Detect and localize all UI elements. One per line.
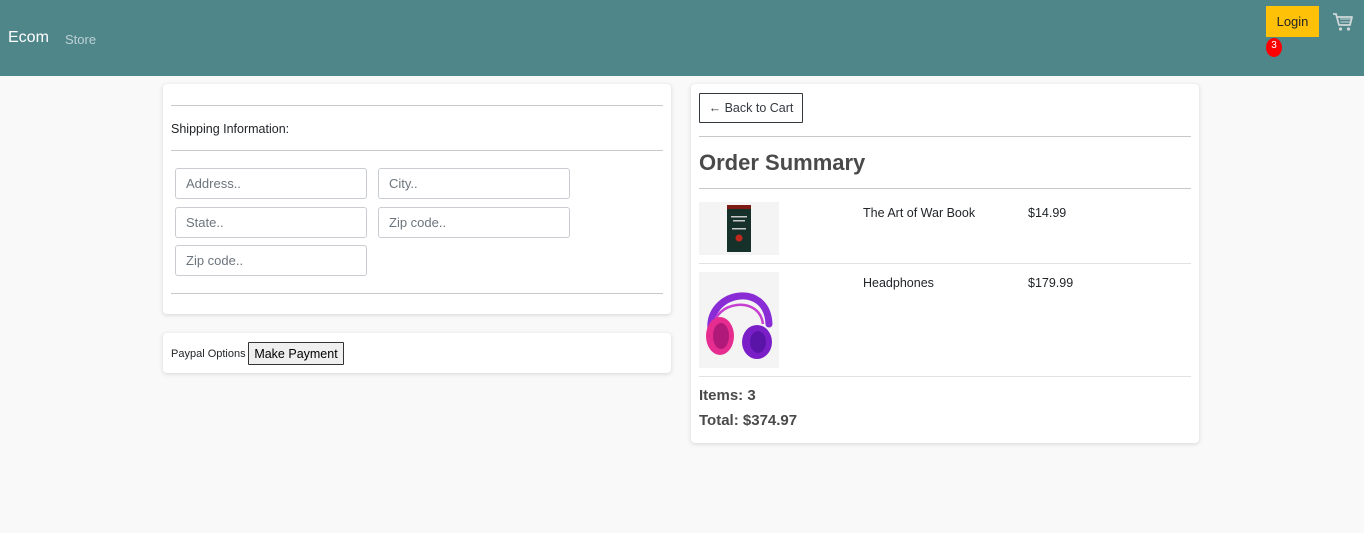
items-count: Items: 3 [699,387,756,404]
shipping-form-card: Shipping Information: [163,84,671,314]
item-name: The Art of War Book [863,206,976,220]
shipping-title: Shipping Information: [171,122,290,136]
divider [699,263,1191,264]
cart-icon[interactable] [1332,12,1354,32]
zip-code-input-second[interactable] [175,245,367,276]
book-cover-icon [699,202,779,255]
login-button[interactable]: Login [1266,6,1319,37]
zip-code-input[interactable] [378,207,570,238]
nav-link-store[interactable]: Store [65,32,96,47]
order-summary-card: ← Back to Cart Order Summary The Art of … [691,84,1199,443]
headphones-icon [699,272,779,368]
item-name: Headphones [863,276,934,290]
item-price: $179.99 [1028,276,1074,290]
order-summary-title: Order Summary [699,150,866,175]
cart-count-badge: 3 [1266,38,1282,57]
brand-logo[interactable]: Ecom [8,29,49,47]
divider [171,293,663,294]
city-input[interactable] [378,168,570,199]
address-input[interactable] [175,168,367,199]
navbar: Ecom Store Login [0,0,1364,76]
divider [171,105,663,106]
divider [699,136,1191,137]
payment-card: Paypal Options Make Payment [163,333,671,373]
divider [171,150,663,151]
divider [699,376,1191,377]
paypal-options-label: Paypal Options [171,348,246,360]
divider [699,188,1191,189]
state-input[interactable] [175,207,367,238]
make-payment-button[interactable]: Make Payment [248,342,344,365]
item-price: $14.99 [1028,206,1067,220]
order-total: Total: $374.97 [699,412,798,429]
back-to-cart-button[interactable]: ← Back to Cart [699,93,803,123]
